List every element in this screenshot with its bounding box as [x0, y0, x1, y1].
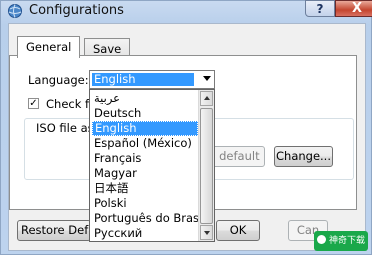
language-option[interactable]: Français: [92, 151, 200, 166]
language-option[interactable]: Português do Brasil: [92, 211, 200, 226]
change-button[interactable]: Change...: [274, 146, 333, 167]
language-option-selected[interactable]: English: [92, 121, 198, 136]
language-option[interactable]: عربية: [92, 91, 200, 106]
watermark-text: 神奇下载: [328, 236, 365, 246]
scroll-down-arrow-icon[interactable]: [200, 225, 213, 240]
window-title: Configurations: [29, 3, 124, 18]
language-option[interactable]: Deutsch: [92, 106, 200, 121]
title-bar[interactable]: Configurations ? X: [1, 0, 372, 23]
language-option[interactable]: Magyar: [92, 166, 200, 181]
help-button[interactable]: ?: [305, 0, 335, 17]
language-dropdown-list[interactable]: عربية Deutsch English Español (México) F…: [89, 89, 215, 242]
language-selected-value: English: [92, 73, 194, 86]
tab-general[interactable]: General: [17, 36, 81, 58]
scroll-up-arrow-icon[interactable]: [200, 91, 213, 106]
scroll-thumb[interactable]: [200, 108, 213, 224]
check-checkbox[interactable]: ✓: [28, 98, 39, 109]
language-option[interactable]: Русский: [92, 226, 200, 241]
language-option[interactable]: 日本語: [92, 181, 200, 196]
watermark-badge: 神奇下载: [314, 231, 368, 251]
language-option[interactable]: Español (México): [92, 136, 200, 151]
ok-button[interactable]: OK: [216, 220, 260, 241]
dropdown-scrollbar[interactable]: [198, 90, 214, 241]
restore-defaults-button[interactable]: Restore Defa: [17, 220, 91, 241]
language-label: Language:: [28, 73, 89, 87]
app-globe-icon: [8, 4, 22, 18]
iso-group-label: ISO file as: [35, 121, 95, 135]
close-button[interactable]: X: [335, 0, 372, 17]
language-select[interactable]: English: [89, 70, 215, 89]
watermark-logo-icon: [316, 235, 326, 244]
chevron-down-icon[interactable]: [203, 76, 211, 81]
language-option[interactable]: Polski: [92, 196, 200, 211]
